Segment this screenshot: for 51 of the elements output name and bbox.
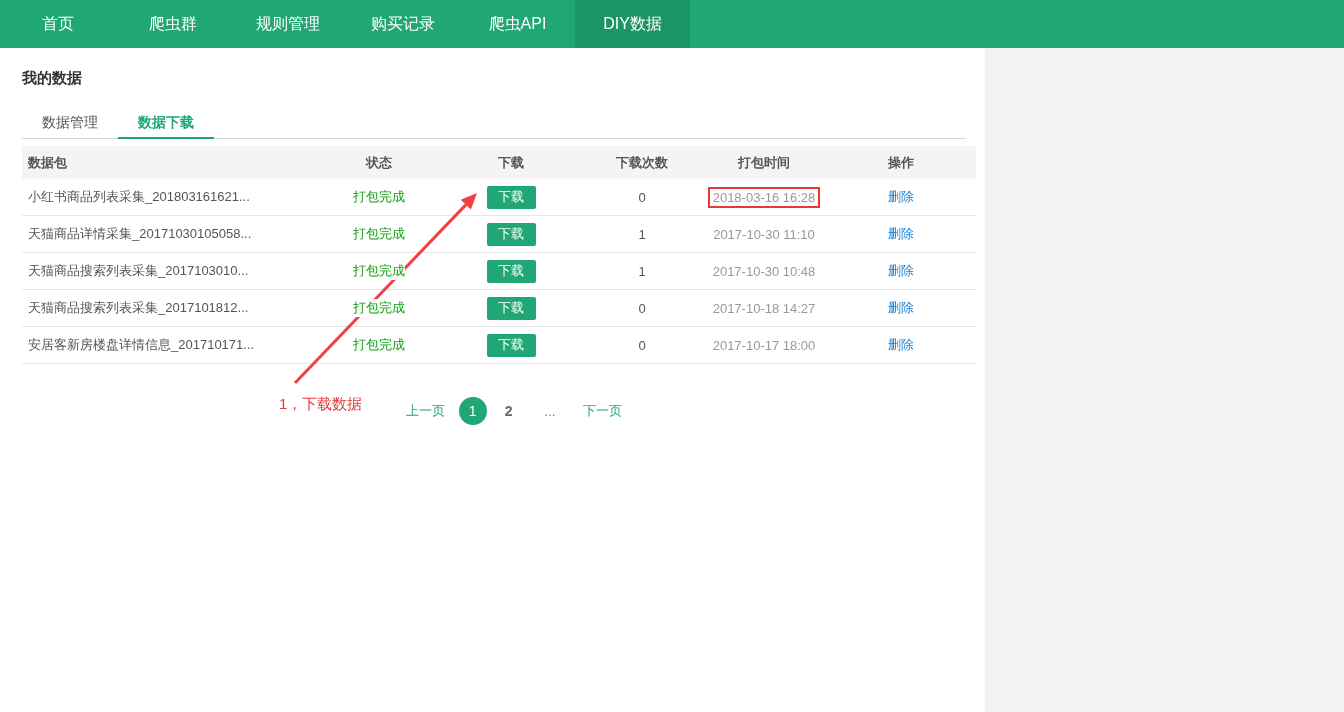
- delete-link[interactable]: 删除: [888, 336, 914, 354]
- pack-time: 2017-10-30 10:48: [711, 262, 817, 280]
- delete-link[interactable]: 删除: [888, 225, 914, 243]
- page-number[interactable]: 2: [494, 397, 523, 425]
- prev-page-link[interactable]: 上一页: [405, 402, 445, 420]
- page-ellipsis: ...: [544, 403, 556, 419]
- download-count: 0: [638, 300, 646, 316]
- status-text: 打包完成: [353, 336, 405, 354]
- column-header: 下载: [440, 146, 582, 179]
- download-count: 1: [638, 226, 646, 242]
- delete-link[interactable]: 删除: [888, 188, 914, 206]
- package-name: 小红书商品列表采集_201803161621...: [28, 188, 250, 206]
- column-header: 状态: [318, 146, 440, 179]
- package-name: 天猫商品搜索列表采集_2017103010...: [28, 262, 249, 280]
- pack-time: 2017-10-17 18:00: [711, 336, 817, 354]
- annotation-label: 1，下载数据: [279, 395, 363, 414]
- package-name: 天猫商品搜索列表采集_2017101812...: [28, 299, 249, 317]
- nav-tab[interactable]: 爬虫API: [460, 0, 575, 48]
- package-name: 安居客新房楼盘详情信息_201710171...: [28, 336, 255, 354]
- delete-link[interactable]: 删除: [888, 262, 914, 280]
- download-button[interactable]: 下载: [486, 259, 536, 283]
- download-count: 1: [638, 263, 646, 279]
- status-text: 打包完成: [353, 262, 405, 280]
- nav-tab[interactable]: 规则管理: [230, 0, 345, 48]
- column-header: 打包时间: [702, 146, 826, 179]
- page-title: 我的数据: [22, 69, 82, 88]
- status-text: 打包完成: [353, 225, 405, 243]
- nav-tab[interactable]: DIY数据: [575, 0, 690, 48]
- column-header: 操作: [826, 146, 976, 179]
- tab[interactable]: 数据管理: [22, 108, 118, 139]
- download-button[interactable]: 下载: [486, 333, 536, 357]
- download-button[interactable]: 下载: [486, 185, 536, 209]
- column-header: 下载次数: [582, 146, 702, 179]
- page-number[interactable]: 1: [458, 397, 487, 425]
- nav-tab[interactable]: 爬虫群: [115, 0, 230, 48]
- column-header: 数据包: [22, 146, 318, 179]
- nav-tab[interactable]: 购买记录: [345, 0, 460, 48]
- pack-time: 2017-10-30 11:10: [712, 225, 816, 243]
- package-name: 天猫商品详情采集_20171030105058...: [28, 225, 252, 243]
- status-text: 打包完成: [353, 188, 405, 206]
- highlighted-time: 2018-03-16 16:28: [709, 188, 819, 206]
- download-button[interactable]: 下载: [486, 296, 536, 320]
- download-button[interactable]: 下载: [486, 222, 536, 246]
- download-count: 0: [638, 189, 646, 205]
- pack-time: 2017-10-18 14:27: [711, 299, 817, 317]
- delete-link[interactable]: 删除: [888, 299, 914, 317]
- nav-tab[interactable]: 首页: [0, 0, 115, 48]
- download-count: 0: [638, 337, 646, 353]
- tab[interactable]: 数据下载: [118, 108, 214, 139]
- status-text: 打包完成: [353, 299, 405, 317]
- next-page-link[interactable]: 下一页: [583, 402, 623, 420]
